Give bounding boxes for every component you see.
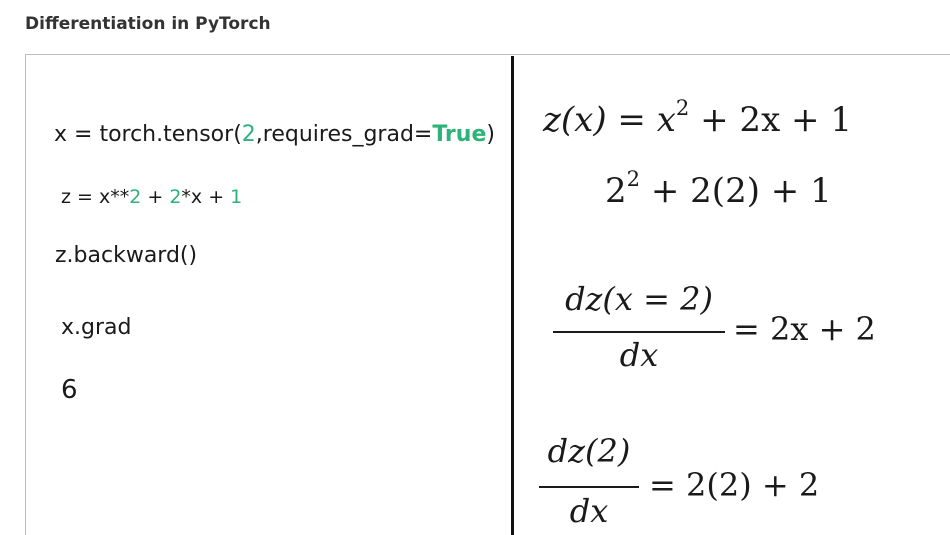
code-line-tensor: x = torch.tensor(2,requires_grad=True)	[54, 122, 495, 147]
fraction-bar	[539, 486, 639, 488]
equation-rhs: = 2(2) + 2	[649, 466, 820, 504]
code-text: )	[486, 122, 495, 147]
code-text: ,requires_grad=	[255, 122, 433, 147]
equation-derivative-symbolic: dz(x = 2) dx = 2x + 2	[553, 280, 893, 380]
fraction-denominator: dx	[619, 336, 659, 374]
code-line-function: z = x**2 + 2*x + 1	[61, 186, 242, 208]
code-number: 1	[230, 186, 243, 208]
code-line-grad: x.grad	[61, 315, 132, 340]
code-text: z = x**	[61, 186, 130, 208]
code-text: x = torch.tensor(	[54, 122, 242, 147]
code-output: 6	[61, 375, 78, 405]
code-keyword: True	[432, 122, 487, 147]
code-number: 2	[169, 186, 182, 208]
equation-rhs: = 2x + 2	[733, 310, 876, 348]
code-number: 2	[129, 186, 142, 208]
equation-function: z(x) = x2 + 2x + 1	[543, 97, 852, 140]
math-text: z(x) = x	[543, 100, 676, 140]
fraction-numerator: dz(2)	[547, 432, 631, 470]
code-number: 2	[241, 122, 256, 147]
code-line-backward: z.backward()	[55, 243, 198, 268]
math-text: + 2x + 1	[689, 100, 852, 140]
math-text: + 2(2) + 1	[640, 171, 832, 211]
math-exponent: 2	[626, 166, 641, 192]
code-text: *x +	[181, 186, 231, 208]
fraction-denominator: dx	[569, 492, 609, 530]
slide-divider	[511, 56, 514, 535]
equation-derivative-evaluated: dz(2) dx = 2(2) + 2	[539, 432, 839, 532]
code-text: +	[141, 186, 170, 208]
math-exponent: 2	[675, 95, 690, 121]
fraction-bar	[553, 331, 725, 333]
math-text: 2	[605, 171, 627, 211]
equation-evaluation: 22 + 2(2) + 1	[605, 168, 832, 211]
fraction-numerator: dz(x = 2)	[565, 280, 713, 318]
page-title: Differentiation in PyTorch	[25, 14, 271, 34]
